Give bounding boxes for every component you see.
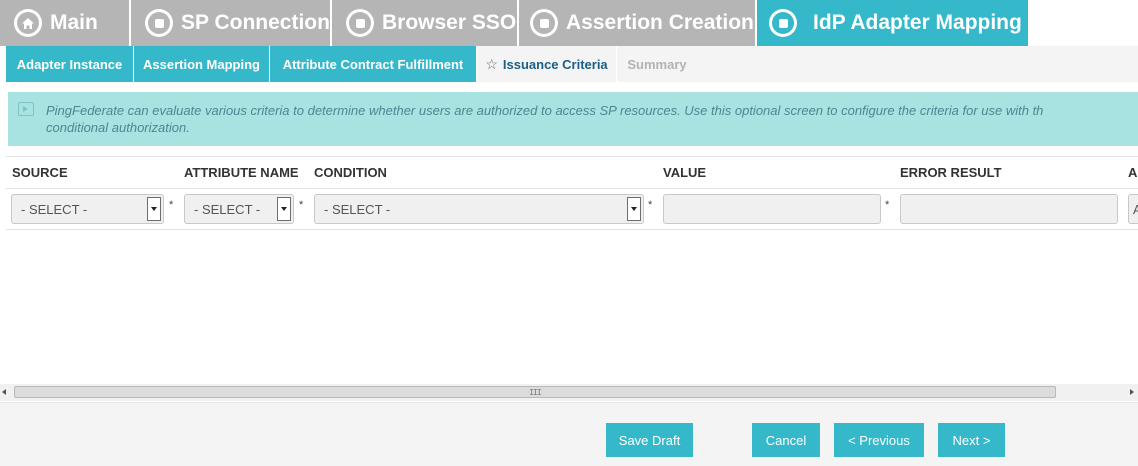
previous-button-label: < Previous bbox=[848, 432, 910, 448]
column-header-error-result: ERROR RESULT bbox=[900, 165, 1002, 180]
chevron-down-icon bbox=[627, 197, 641, 221]
subtab-summary: Summary bbox=[617, 46, 697, 82]
subtab-summary-label: Summary bbox=[627, 56, 687, 72]
source-select[interactable]: - SELECT - bbox=[11, 194, 164, 224]
required-marker: * bbox=[648, 199, 653, 211]
scrollbar-grip-icon: III bbox=[529, 387, 541, 397]
chevron-down-icon bbox=[277, 197, 291, 221]
column-header-source: SOURCE bbox=[12, 165, 68, 180]
circle-square-icon bbox=[530, 9, 558, 37]
sub-tab-bar: Adapter Instance Assertion Mapping Attri… bbox=[0, 46, 1138, 82]
last-column-field-value: A bbox=[1133, 202, 1138, 217]
column-header-attribute-name: ATTRIBUTE NAME bbox=[184, 165, 299, 180]
footer-bar: Save Draft Cancel < Previous Next > bbox=[0, 402, 1138, 466]
column-header-condition: CONDITION bbox=[314, 165, 387, 180]
circle-square-icon bbox=[346, 9, 374, 37]
criteria-table-header: SOURCE ATTRIBUTE NAME CONDITION VALUE ER… bbox=[6, 156, 1138, 189]
subtab-adapter-instance[interactable]: Adapter Instance bbox=[6, 46, 133, 82]
tab-browser-sso-label: Browser SSO bbox=[382, 11, 517, 34]
required-marker: * bbox=[299, 199, 304, 211]
required-marker: * bbox=[885, 199, 890, 211]
sub-tab-strip-background bbox=[697, 46, 1138, 82]
tab-idp-adapter-mapping[interactable]: IdP Adapter Mapping bbox=[757, 0, 1028, 46]
attribute-name-select[interactable]: - SELECT - bbox=[184, 194, 294, 224]
tab-assertion-creation[interactable]: Assertion Creation bbox=[519, 0, 755, 46]
info-icon bbox=[18, 102, 34, 116]
info-banner: PingFederate can evaluate various criter… bbox=[8, 92, 1138, 146]
tab-sp-connection[interactable]: SP Connection bbox=[131, 0, 330, 46]
info-text-line2: conditional authorization. bbox=[46, 120, 190, 135]
scrollbar-thumb[interactable]: III bbox=[14, 386, 1056, 398]
tab-assertion-creation-label: Assertion Creation bbox=[566, 11, 754, 34]
tab-sp-connection-label: SP Connection bbox=[181, 11, 330, 34]
next-button[interactable]: Next > bbox=[938, 423, 1005, 457]
cancel-button-label: Cancel bbox=[765, 432, 807, 448]
attribute-name-select-value: - SELECT - bbox=[194, 201, 261, 217]
horizontal-scrollbar[interactable]: III bbox=[0, 384, 1138, 401]
tab-main[interactable]: Main bbox=[0, 0, 129, 46]
info-text-line1: PingFederate can evaluate various criter… bbox=[46, 103, 1044, 118]
home-icon bbox=[14, 9, 42, 37]
subtab-attribute-contract-fulfillment-label: Attribute Contract Fulfillment bbox=[282, 56, 464, 72]
error-result-input[interactable] bbox=[900, 194, 1118, 224]
chevron-down-icon bbox=[147, 197, 161, 221]
column-header-value: VALUE bbox=[663, 165, 707, 180]
table-row: - SELECT - * - SELECT - * - SELECT - * *… bbox=[6, 189, 1138, 230]
condition-select-value: - SELECT - bbox=[324, 201, 391, 217]
column-header-a: A bbox=[1128, 165, 1138, 180]
circle-square-icon bbox=[769, 9, 797, 37]
tab-browser-sso[interactable]: Browser SSO bbox=[332, 0, 517, 46]
value-input[interactable] bbox=[663, 194, 881, 224]
star-icon: ☆ bbox=[485, 55, 498, 72]
subtab-assertion-mapping[interactable]: Assertion Mapping bbox=[134, 46, 269, 82]
subtab-issuance-criteria-label: Issuance Criteria bbox=[502, 56, 608, 72]
tab-main-label: Main bbox=[50, 11, 98, 34]
subtab-issuance-criteria[interactable]: ☆ Issuance Criteria bbox=[477, 46, 616, 82]
save-draft-button[interactable]: Save Draft bbox=[606, 423, 693, 457]
scroll-left-arrow-icon[interactable] bbox=[2, 389, 6, 395]
next-button-label: Next > bbox=[952, 432, 991, 448]
circle-square-icon bbox=[145, 9, 173, 37]
source-select-value: - SELECT - bbox=[21, 201, 88, 217]
save-draft-button-label: Save Draft bbox=[618, 432, 681, 448]
scroll-right-arrow-icon[interactable] bbox=[1130, 389, 1134, 395]
top-tab-bar: Main SP Connection Browser SSO Assertion… bbox=[0, 0, 1138, 46]
subtab-attribute-contract-fulfillment[interactable]: Attribute Contract Fulfillment bbox=[270, 46, 476, 82]
subtab-assertion-mapping-label: Assertion Mapping bbox=[142, 56, 260, 72]
condition-select[interactable]: - SELECT - bbox=[314, 194, 644, 224]
subtab-adapter-instance-label: Adapter Instance bbox=[16, 56, 123, 72]
required-marker: * bbox=[169, 199, 174, 211]
previous-button[interactable]: < Previous bbox=[834, 423, 924, 457]
cancel-button[interactable]: Cancel bbox=[752, 423, 820, 457]
tab-idp-adapter-mapping-label: IdP Adapter Mapping bbox=[813, 11, 1022, 34]
last-column-field[interactable]: A bbox=[1128, 194, 1138, 224]
